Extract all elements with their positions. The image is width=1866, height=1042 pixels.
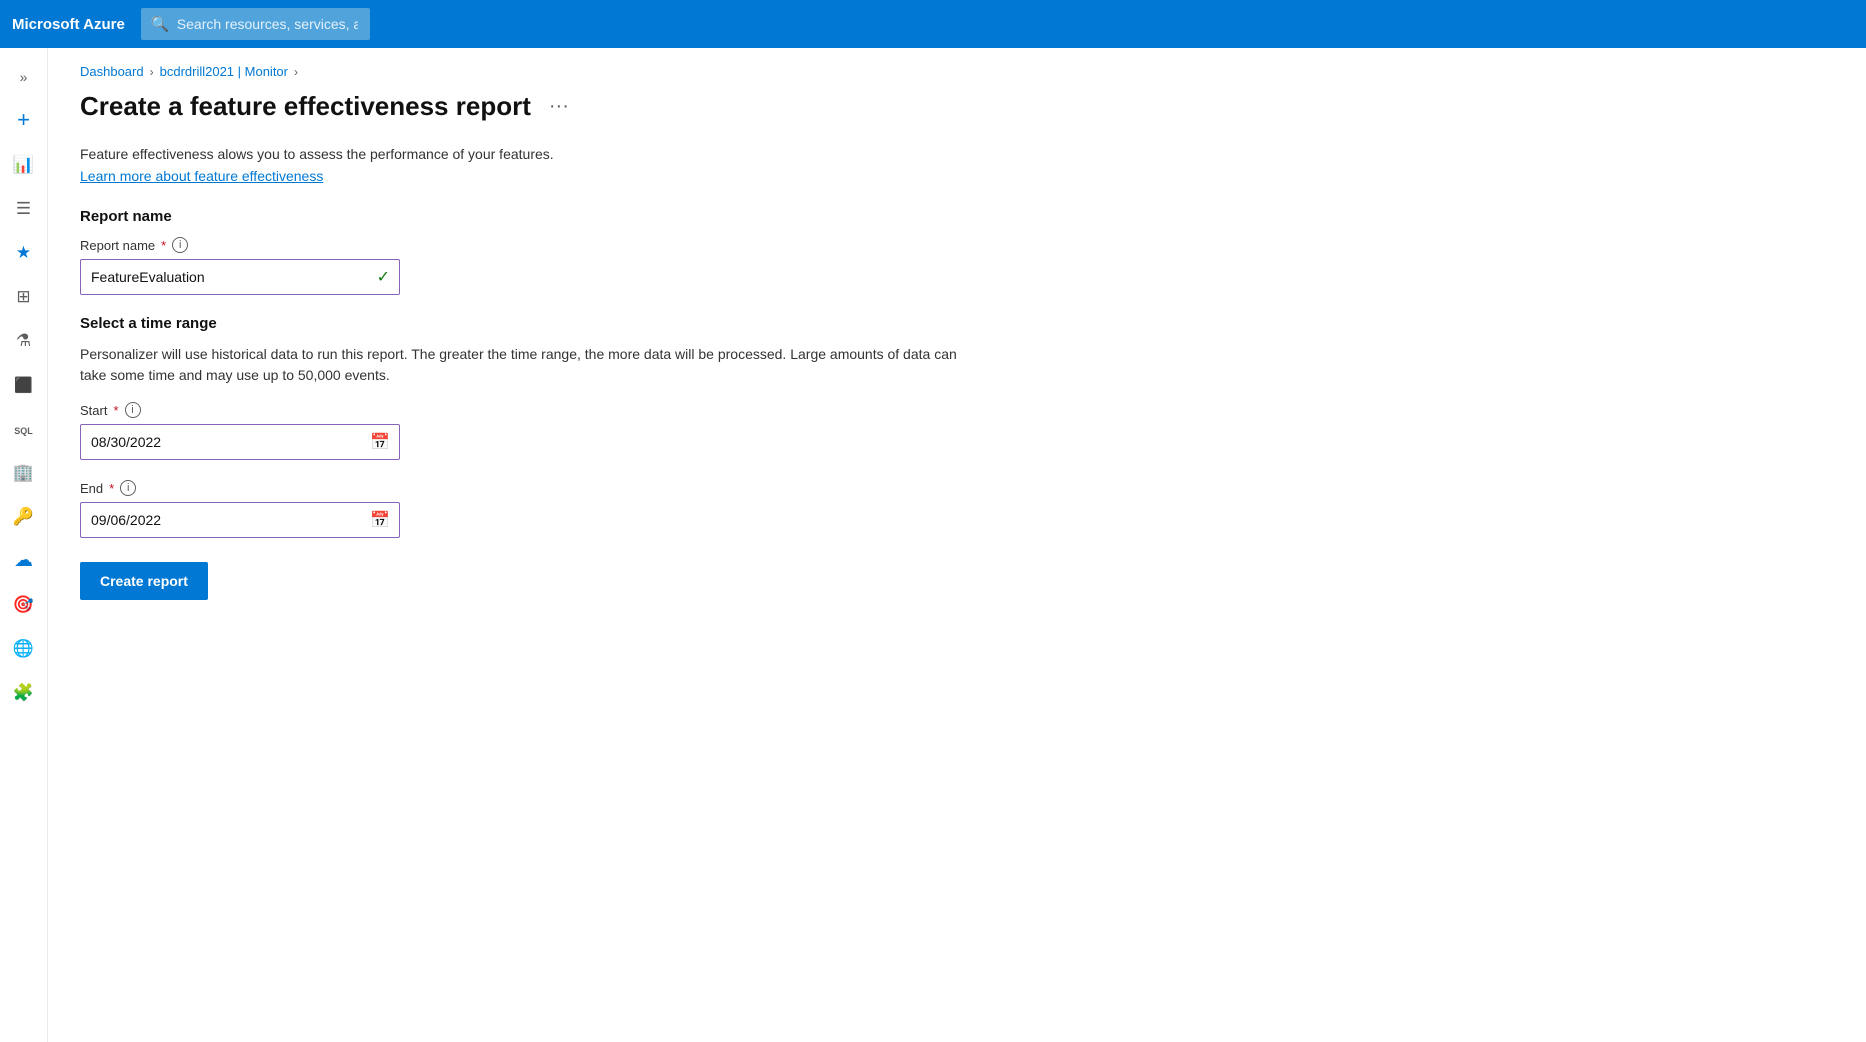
more-menu-button[interactable]: ··· xyxy=(543,93,575,120)
building-icon xyxy=(13,462,34,483)
time-range-heading: Select a time range xyxy=(80,315,1834,332)
report-name-info-icon[interactable]: i xyxy=(172,237,188,253)
breadcrumb-monitor[interactable]: bcdrdrill2021 | Monitor xyxy=(160,64,288,79)
end-date-input[interactable] xyxy=(80,502,400,538)
sidebar-item-sql[interactable] xyxy=(4,408,44,448)
sidebar-item-cloud[interactable] xyxy=(4,540,44,580)
report-name-heading: Report name xyxy=(80,208,1834,225)
breadcrumb: Dashboard › bcdrdrill2021 | Monitor › xyxy=(80,64,1834,79)
sidebar xyxy=(0,48,48,1042)
sidebar-item-flask[interactable] xyxy=(4,320,44,360)
description-text: Feature effectiveness alows you to asses… xyxy=(80,146,1834,162)
time-range-section: Select a time range Personalizer will us… xyxy=(80,315,1834,538)
start-date-label-row: Start * i xyxy=(80,402,1834,418)
start-date-calendar-icon[interactable]: 📅 xyxy=(370,432,390,452)
breadcrumb-sep-1: › xyxy=(150,65,154,79)
sidebar-item-building[interactable] xyxy=(4,452,44,492)
end-date-required: * xyxy=(109,481,114,496)
sidebar-item-grid[interactable] xyxy=(4,276,44,316)
sidebar-item-cube[interactable] xyxy=(4,364,44,404)
create-report-button[interactable]: Create report xyxy=(80,562,208,600)
add-icon xyxy=(17,107,30,133)
end-date-label-row: End * i xyxy=(80,480,1834,496)
start-date-label: Start xyxy=(80,403,107,418)
time-range-description: Personalizer will use historical data to… xyxy=(80,344,980,386)
topbar: Microsoft Azure 🔍 xyxy=(0,0,1866,48)
page-title: Create a feature effectiveness report xyxy=(80,91,531,122)
report-name-check-icon: ✓ xyxy=(377,267,390,287)
page-title-row: Create a feature effectiveness report ··… xyxy=(80,91,1834,122)
list-icon xyxy=(16,198,31,219)
sql-icon xyxy=(14,418,33,439)
sidebar-item-add[interactable] xyxy=(4,100,44,140)
learn-more-link[interactable]: Learn more about feature effectiveness xyxy=(80,168,323,184)
chevron-icon xyxy=(20,66,28,87)
sidebar-item-list[interactable] xyxy=(4,188,44,228)
start-date-info-icon[interactable]: i xyxy=(125,402,141,418)
start-date-input-wrapper: 📅 xyxy=(80,424,400,460)
end-date-input-wrapper: 📅 xyxy=(80,502,400,538)
search-icon: 🔍 xyxy=(151,15,170,33)
start-date-form-group: Start * i 📅 xyxy=(80,402,1834,460)
sidebar-item-chevron[interactable] xyxy=(4,56,44,96)
report-name-section: Report name Report name * i ✓ xyxy=(80,208,1834,295)
flask-icon xyxy=(16,330,31,351)
report-name-form-group: Report name * i ✓ xyxy=(80,237,1834,295)
search-input[interactable] xyxy=(141,8,370,40)
content-area: Dashboard › bcdrdrill2021 | Monitor › Cr… xyxy=(48,48,1866,1042)
sidebar-item-globe[interactable] xyxy=(4,628,44,668)
report-name-label-row: Report name * i xyxy=(80,237,1834,253)
cube-icon xyxy=(14,374,33,395)
search-wrapper: 🔍 xyxy=(141,8,1041,40)
report-name-input[interactable] xyxy=(80,259,400,295)
sidebar-item-radar[interactable] xyxy=(4,584,44,624)
sidebar-item-puzzle[interactable] xyxy=(4,672,44,712)
end-date-calendar-icon[interactable]: 📅 xyxy=(370,510,390,530)
breadcrumb-sep-2: › xyxy=(294,65,298,79)
sidebar-item-barchart[interactable] xyxy=(4,144,44,184)
report-name-label: Report name xyxy=(80,238,155,253)
end-date-form-group: End * i 📅 xyxy=(80,480,1834,538)
start-date-input[interactable] xyxy=(80,424,400,460)
main-layout: Dashboard › bcdrdrill2021 | Monitor › Cr… xyxy=(0,48,1866,1042)
brand-name: Microsoft Azure xyxy=(12,16,125,33)
cloud-icon xyxy=(14,549,33,572)
end-date-label: End xyxy=(80,481,103,496)
globe-icon xyxy=(13,638,34,659)
start-date-required: * xyxy=(113,403,118,418)
star-icon xyxy=(16,242,31,263)
grid-icon xyxy=(16,286,30,307)
report-name-required: * xyxy=(161,238,166,253)
key-icon xyxy=(13,506,34,527)
sidebar-item-star[interactable] xyxy=(4,232,44,272)
bar-chart-icon xyxy=(13,154,34,175)
radar-icon xyxy=(13,594,34,615)
sidebar-item-key[interactable] xyxy=(4,496,44,536)
breadcrumb-dashboard[interactable]: Dashboard xyxy=(80,64,144,79)
puzzle-icon xyxy=(13,682,34,703)
report-name-input-wrapper: ✓ xyxy=(80,259,400,295)
end-date-info-icon[interactable]: i xyxy=(120,480,136,496)
